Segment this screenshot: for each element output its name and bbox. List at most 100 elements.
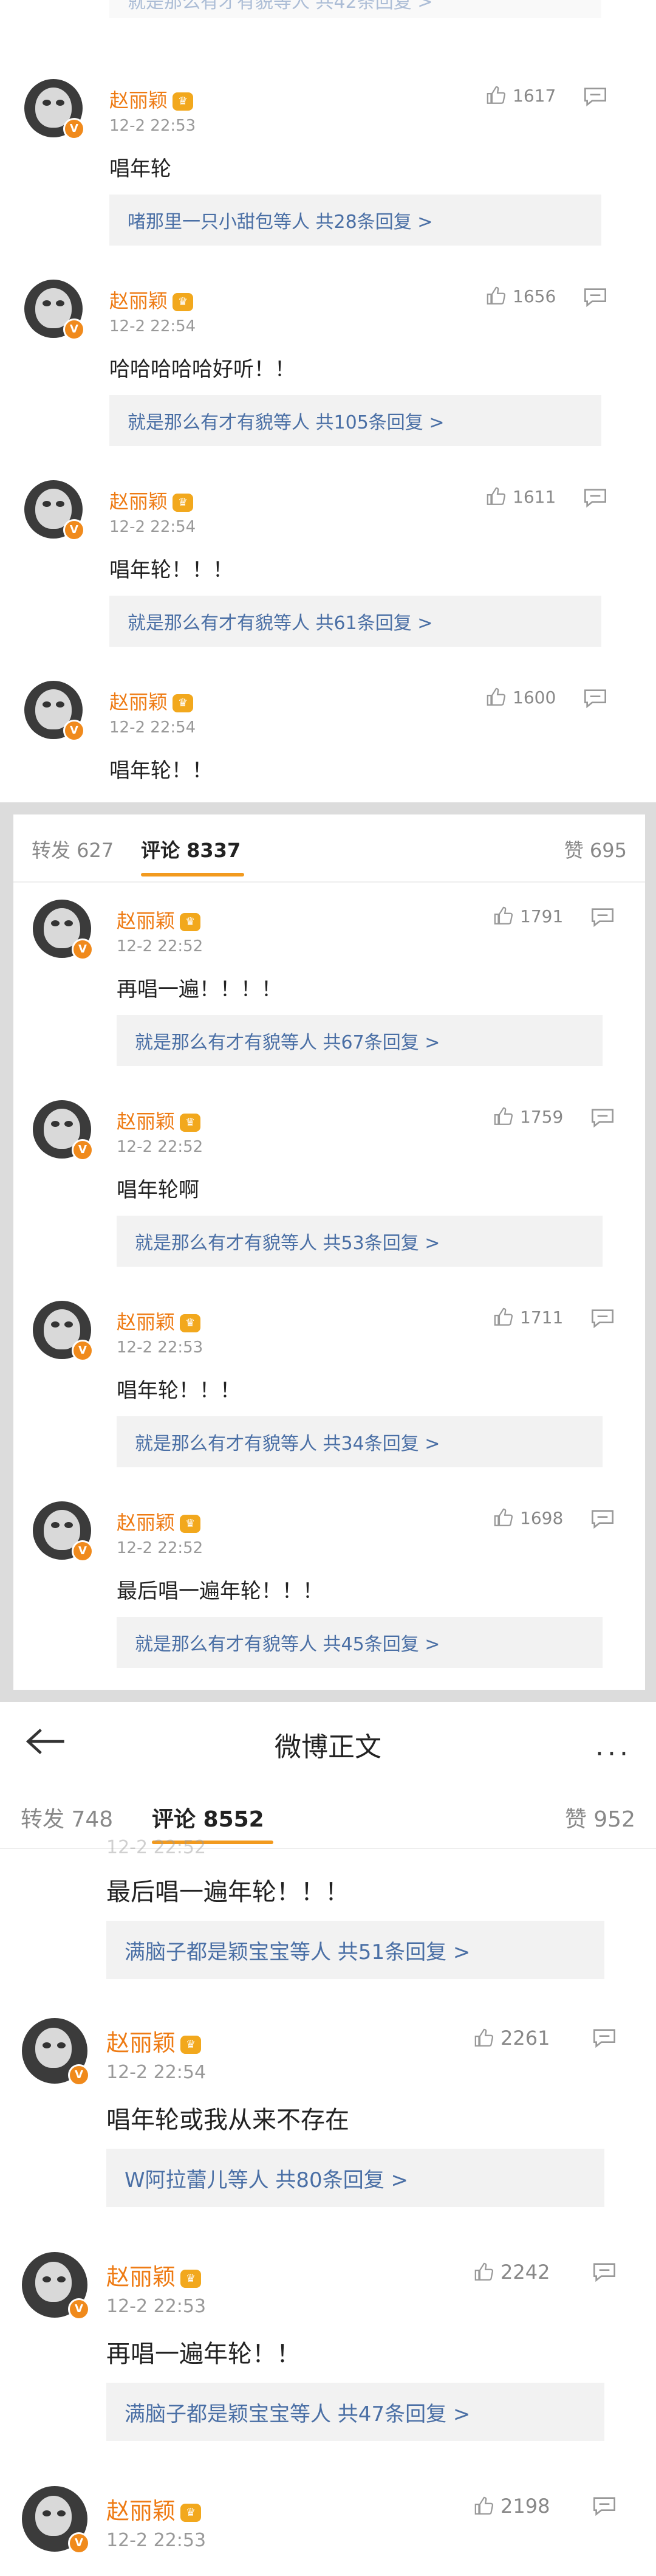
avatar[interactable]: V — [22, 2018, 90, 2086]
commenter-name[interactable]: 赵丽颖 ♛ — [117, 1307, 201, 1335]
verified-badge-icon: V — [68, 2064, 90, 2086]
like-button[interactable]: 1698 — [493, 1507, 563, 1528]
comment-icon[interactable] — [590, 1308, 615, 1329]
commenter-name[interactable]: 赵丽颖 ♛ — [117, 906, 201, 934]
like-button[interactable]: 1617 — [486, 85, 556, 106]
like-button[interactable]: 1611 — [486, 486, 556, 507]
comment-time: 12-2 22:52 — [117, 1539, 203, 1557]
verified-badge-icon: V — [72, 1540, 94, 1562]
comment-time: 12-2 22:53 — [106, 2296, 207, 2317]
commenter-name[interactable]: 赵丽颖 ♛ — [117, 1106, 201, 1134]
commenter-name[interactable]: 赵丽颖 ♛ — [106, 2258, 202, 2292]
avatar[interactable]: V — [33, 1501, 94, 1562]
reply-summary[interactable]: 啫那里一只小甜包等人 共28条回复 > — [109, 195, 601, 246]
thumbs-up-icon — [487, 687, 506, 706]
tab-repost[interactable]: 转发 627 — [32, 835, 114, 863]
comment-icon[interactable] — [583, 688, 607, 709]
verified-badge-icon: V — [68, 2298, 90, 2320]
reply-summary[interactable]: 就是那么有才有貌等人 共67条回复 > — [117, 1015, 603, 1066]
like-button[interactable]: 1759 — [493, 1106, 563, 1127]
like-button[interactable]: 1656 — [486, 286, 556, 306]
thumbs-up-icon — [494, 1508, 513, 1526]
avatar[interactable]: V — [24, 681, 85, 742]
comment-icon[interactable] — [590, 1107, 615, 1128]
reply-summary[interactable]: 就是那么有才有貌等人 共42条回复 > — [109, 0, 601, 18]
comment-icon[interactable] — [590, 1509, 615, 1529]
like-button[interactable]: 1791 — [493, 906, 563, 926]
reply-summary[interactable]: 就是那么有才有貌等人 共53条回复 > — [117, 1216, 603, 1267]
comment-icon[interactable] — [590, 907, 615, 928]
comment-text: 最后唱一遍年轮！！！ — [117, 1579, 323, 1603]
tab-comment[interactable]: 评论 8552 — [152, 1802, 264, 1833]
like-button[interactable]: 1600 — [486, 687, 556, 708]
more-icon[interactable]: ··· — [595, 1738, 632, 1769]
comment-icon[interactable] — [592, 2496, 617, 2516]
like-count: 2242 — [501, 2261, 550, 2284]
comment-text: 哈哈哈哈哈好听！！ — [109, 357, 295, 382]
comment-time: 12-2 22:52 — [117, 1138, 203, 1156]
thumbs-up-icon — [494, 1107, 513, 1125]
tab-comment[interactable]: 评论 8337 — [141, 835, 241, 863]
like-button[interactable]: 2242 — [474, 2261, 550, 2284]
avatar[interactable]: V — [22, 2486, 90, 2554]
thumbs-up-icon — [487, 86, 506, 104]
like-count: 1711 — [520, 1307, 564, 1328]
reply-summary[interactable]: W阿拉蕾儿等人 共80条回复 > — [106, 2149, 604, 2207]
avatar[interactable]: V — [24, 79, 85, 140]
comment-time: 12-2 22:54 — [109, 317, 196, 336]
comment-time: 12-2 22:53 — [106, 2530, 207, 2551]
reply-summary[interactable]: 满脑子都是颖宝宝等人 共47条回复 > — [106, 2383, 604, 2441]
like-count: 2198 — [501, 2495, 550, 2518]
thumbs-up-icon — [474, 2028, 494, 2047]
comment-time: 12-2 22:52 — [117, 937, 203, 956]
tab-like[interactable]: 赞 952 — [565, 1802, 635, 1833]
reply-summary[interactable]: 就是那么有才有貌等人 共45条回复 > — [117, 1617, 603, 1668]
avatar[interactable]: V — [22, 2252, 90, 2320]
thumbs-up-icon — [494, 1307, 513, 1326]
comment-time: 12-2 22:53 — [109, 117, 196, 135]
comment-icon[interactable] — [583, 86, 607, 107]
like-count: 1791 — [520, 906, 564, 926]
reply-summary[interactable]: 就是那么有才有貌等人 共61条回复 > — [109, 596, 601, 647]
like-count: 1617 — [513, 85, 556, 106]
like-button[interactable]: 2198 — [474, 2495, 550, 2518]
avatar[interactable]: V — [33, 1301, 94, 1362]
avatar[interactable]: V — [24, 280, 85, 340]
avatar[interactable]: V — [33, 1100, 94, 1161]
comment-icon[interactable] — [592, 2262, 617, 2282]
crown-icon: ♛ — [180, 2035, 202, 2054]
comment-icon[interactable] — [583, 487, 607, 508]
verified-badge-icon: V — [63, 118, 85, 140]
commenter-name[interactable]: 赵丽颖 ♛ — [109, 85, 194, 113]
like-button[interactable]: 1711 — [493, 1307, 563, 1328]
crown-icon: ♛ — [180, 1515, 201, 1533]
verified-badge-icon: V — [63, 519, 85, 541]
commenter-name[interactable]: 赵丽颖 ♛ — [109, 687, 194, 715]
like-button[interactable]: 2261 — [474, 2027, 550, 2050]
comment-icon[interactable] — [592, 2028, 617, 2048]
comment-text: 最后唱一遍年轮！！！ — [106, 1878, 349, 1906]
reply-summary[interactable]: 满脑子都是颖宝宝等人 共51条回复 > — [106, 1921, 604, 1979]
commenter-name[interactable]: 赵丽颖 ♛ — [109, 286, 194, 314]
thumbs-up-icon — [474, 2262, 494, 2281]
verified-badge-icon: V — [63, 720, 85, 742]
like-count: 1611 — [513, 486, 556, 507]
commenter-name[interactable]: 赵丽颖 ♛ — [106, 2024, 202, 2058]
commenter-name[interactable]: 赵丽颖 ♛ — [109, 486, 194, 514]
commenter-name[interactable]: 赵丽颖 ♛ — [117, 1507, 201, 1535]
like-count: 1698 — [520, 1507, 564, 1528]
crown-icon: ♛ — [173, 293, 194, 311]
comment-text: 唱年轮或我从来不存在 — [106, 2106, 349, 2134]
reply-summary[interactable]: 就是那么有才有貌等人 共34条回复 > — [117, 1416, 603, 1467]
crown-icon: ♛ — [180, 913, 201, 931]
comment-time: 12-2 22:54 — [106, 2062, 207, 2083]
reply-summary[interactable]: 就是那么有才有貌等人 共105条回复 > — [109, 395, 601, 446]
comment-icon[interactable] — [583, 287, 607, 308]
tab-like[interactable]: 赞 695 — [564, 835, 627, 863]
like-count: 1600 — [513, 687, 556, 708]
avatar[interactable]: V — [33, 900, 94, 960]
avatar[interactable]: V — [24, 480, 85, 541]
thumbs-up-icon — [494, 906, 513, 925]
commenter-name[interactable]: 赵丽颖 ♛ — [106, 2492, 202, 2526]
tab-repost[interactable]: 转发 748 — [21, 1802, 113, 1833]
